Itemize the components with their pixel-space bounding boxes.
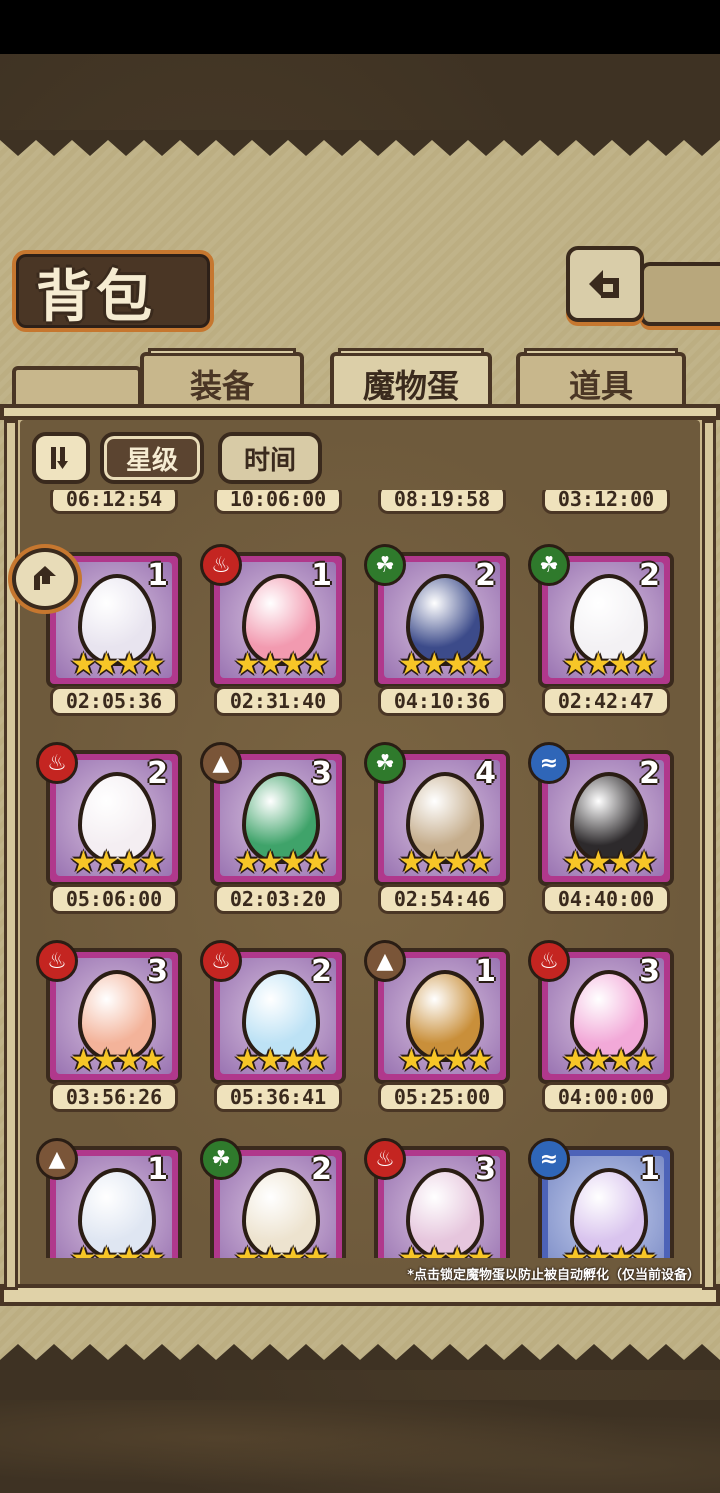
sort-by-stars-button[interactable]: 星级 xyxy=(100,432,204,484)
status-bar xyxy=(0,0,720,54)
egg-count: 3 xyxy=(147,954,168,989)
panel-frame-right xyxy=(702,420,716,1290)
sort-direction-icon xyxy=(51,447,68,469)
water-icon: ≈ xyxy=(528,742,570,784)
map-backdrop-bottom xyxy=(0,1400,720,1493)
mountain-icon: ▲ xyxy=(36,1138,78,1180)
back-arrow-icon xyxy=(589,270,619,298)
egg-count: 3 xyxy=(639,954,660,989)
mountain-icon: ▲ xyxy=(200,742,242,784)
egg-timer: 08:19:58 xyxy=(378,490,506,514)
star-rating: ★★★★ xyxy=(70,845,166,880)
egg-count: 2 xyxy=(639,756,660,791)
page-title: 背包 xyxy=(36,264,156,330)
leaf-icon: ☘ xyxy=(364,544,406,586)
egg-timer: 10:06:00 xyxy=(214,490,342,514)
egg-timer: 04:40:00 xyxy=(542,884,670,914)
egg-count: 1 xyxy=(311,558,332,593)
panel-frame-bottom xyxy=(0,1284,720,1306)
star-rating: ★★★★ xyxy=(70,1241,166,1258)
egg-timer: 05:36:41 xyxy=(214,1082,342,1112)
lock-hint-footnote: *点击锁定魔物蛋以防止被自动孵化（仅当前设备） xyxy=(407,1268,700,1283)
tab-rail xyxy=(338,348,484,356)
egg-count: 1 xyxy=(147,1152,168,1187)
panel-frame-top xyxy=(0,404,720,420)
egg-count: 2 xyxy=(475,558,496,593)
egg-count: 3 xyxy=(475,1152,496,1187)
fire-icon: ♨ xyxy=(528,940,570,982)
star-rating: ★★★★ xyxy=(234,647,330,682)
fire-icon: ♨ xyxy=(36,940,78,982)
star-rating: ★★★★ xyxy=(562,1043,658,1078)
star-rating: ★★★★ xyxy=(234,1043,330,1078)
egg-timer: 04:10:36 xyxy=(378,686,506,716)
egg-timer: 02:05:36 xyxy=(50,686,178,716)
panel-frame-left xyxy=(4,420,18,1290)
star-rating: ★★★★ xyxy=(398,647,494,682)
egg-timer: 04:00:00 xyxy=(542,1082,670,1112)
star-rating: ★★★★ xyxy=(562,647,658,682)
sort-direction-toggle[interactable] xyxy=(32,432,90,484)
star-rating: ★★★★ xyxy=(398,845,494,880)
tab-equipment-label: 装备 xyxy=(189,367,254,405)
lock-arrow-icon xyxy=(34,566,56,590)
star-rating: ★★★★ xyxy=(562,845,658,880)
egg-timer: 02:42:47 xyxy=(542,686,670,716)
egg-count: 2 xyxy=(639,558,660,593)
star-rating: ★★★★ xyxy=(398,1043,494,1078)
fire-icon: ♨ xyxy=(200,544,242,586)
back-button[interactable] xyxy=(566,246,644,322)
fire-icon: ♨ xyxy=(36,742,78,784)
star-rating: ★★★★ xyxy=(70,1043,166,1078)
egg-timer: 02:31:40 xyxy=(214,686,342,716)
star-rating: ★★★★ xyxy=(234,845,330,880)
zigzag-top-edge xyxy=(0,130,720,156)
star-rating: ★★★★ xyxy=(562,1241,658,1258)
egg-count: 2 xyxy=(311,1152,332,1187)
tab-items[interactable]: 道具 xyxy=(516,348,686,412)
egg-timer: 05:06:00 xyxy=(50,884,178,914)
egg-count: 1 xyxy=(147,558,168,593)
egg-count: 4 xyxy=(475,756,496,791)
egg-count: 1 xyxy=(639,1152,660,1187)
fire-icon: ♨ xyxy=(200,940,242,982)
tab-monster-eggs-label: 魔物蛋 xyxy=(362,367,459,405)
egg-count: 2 xyxy=(311,954,332,989)
back-button-tail xyxy=(640,262,720,326)
zigzag-bottom-edge xyxy=(0,1344,720,1370)
tab-monster-eggs[interactable]: 魔物蛋 xyxy=(330,348,492,412)
egg-grid[interactable]: 06:12:54 10:06:00 08:19:58 03:12:00 1 ★★★… xyxy=(20,490,700,1258)
lock-egg-button[interactable] xyxy=(12,548,78,610)
egg-count: 1 xyxy=(475,954,496,989)
tab-rail xyxy=(524,348,678,356)
tab-rail xyxy=(148,348,296,356)
leaf-icon: ☘ xyxy=(364,742,406,784)
egg-timer: 02:03:20 xyxy=(214,884,342,914)
egg-timer: 03:12:00 xyxy=(542,490,670,514)
egg-count: 3 xyxy=(311,756,332,791)
egg-timer: 03:56:26 xyxy=(50,1082,178,1112)
egg-timer: 06:12:54 xyxy=(50,490,178,514)
sort-by-time-button[interactable]: 时间 xyxy=(218,432,322,484)
mountain-icon: ▲ xyxy=(364,940,406,982)
star-rating: ★★★★ xyxy=(70,647,166,682)
egg-timer: 05:25:00 xyxy=(378,1082,506,1112)
leaf-icon: ☘ xyxy=(200,1138,242,1180)
fire-icon: ♨ xyxy=(364,1138,406,1180)
leaf-icon: ☘ xyxy=(528,544,570,586)
tab-items-label: 道具 xyxy=(568,367,633,405)
star-rating: ★★★★ xyxy=(398,1241,494,1258)
egg-count: 2 xyxy=(147,756,168,791)
star-rating: ★★★★ xyxy=(234,1241,330,1258)
egg-timer: 02:54:46 xyxy=(378,884,506,914)
water-icon: ≈ xyxy=(528,1138,570,1180)
tab-equipment[interactable]: 装备 xyxy=(140,348,304,412)
